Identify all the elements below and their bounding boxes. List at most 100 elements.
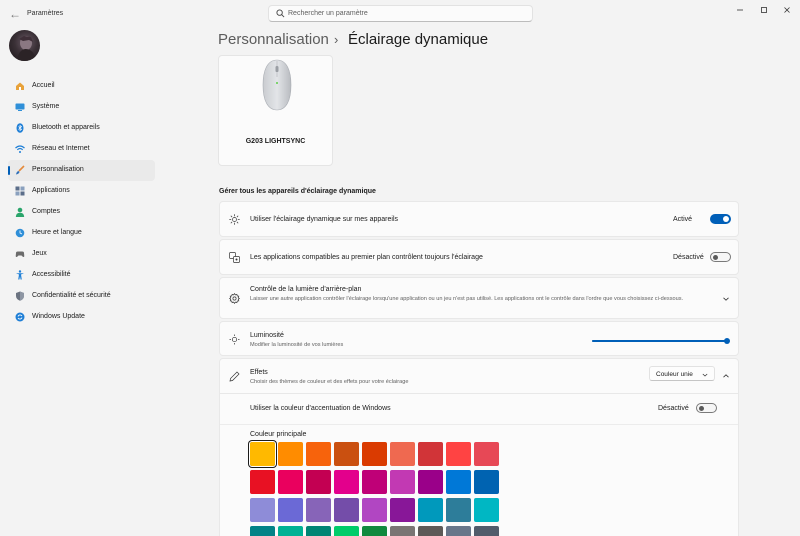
color-swatch[interactable] [278,498,303,522]
minimize-icon [737,9,743,11]
sidebar-item-label: Bluetooth et appareils [32,124,100,131]
effects-dropdown[interactable]: Couleur unie [649,366,715,381]
color-swatch[interactable] [334,470,359,494]
color-swatch[interactable] [362,442,387,466]
color-swatch[interactable] [249,441,276,467]
color-swatch[interactable] [306,526,331,536]
system-icon [15,103,25,111]
search-icon [276,9,285,18]
color-swatch[interactable] [446,526,471,536]
sidebar-item-reseau[interactable]: Réseau et Internet [8,139,155,160]
color-swatch[interactable] [474,442,499,466]
color-swatch[interactable] [334,526,359,536]
sidebar-item-accessibilite[interactable]: Accessibilité [8,265,155,286]
toggle-knob [699,406,704,411]
sidebar-item-applications[interactable]: Applications [8,181,155,202]
close-icon [784,7,790,13]
accent-color-toggle[interactable] [696,403,717,413]
color-swatch[interactable] [250,526,275,536]
app-title: Paramètres [27,10,64,17]
maximize-icon [761,7,767,13]
color-swatch[interactable] [390,498,415,522]
color-swatch[interactable] [474,470,499,494]
color-swatch[interactable] [390,470,415,494]
brightness-icon [229,334,240,345]
sidebar-item-comptes[interactable]: Comptes [8,202,155,223]
color-swatch[interactable] [278,526,303,536]
sidebar-item-label: Comptes [32,208,61,215]
user-avatar[interactable] [9,30,40,61]
sidebar-item-label: Jeux [32,250,47,257]
color-swatch[interactable] [390,526,415,536]
setting-title: Utiliser l'éclairage dynamique sur mes a… [250,216,399,223]
avatar-picture [17,36,36,61]
color-swatch[interactable] [390,442,415,466]
color-swatch[interactable] [418,470,443,494]
setting-use-dynamic-lighting: Utiliser l'éclairage dynamique sur mes a… [219,201,739,237]
color-swatch[interactable] [362,498,387,522]
chevron-up-icon[interactable] [722,372,730,380]
globe-clock-icon [15,228,25,238]
sidebar-item-windows-update[interactable]: Windows Update [8,307,155,328]
setting-foreground-apps: Les applications compatibles au premier … [219,239,739,275]
maximize-button[interactable] [757,3,771,17]
search-input[interactable]: Rechercher un paramètre [288,10,368,17]
sidebar-item-label: Réseau et Internet [32,145,90,152]
color-swatch[interactable] [250,470,275,494]
color-swatch[interactable] [446,470,471,494]
palette-title: Couleur principale [250,431,307,438]
sidebar-item-heure-langue[interactable]: Heure et langue [8,223,155,244]
sidebar-item-label: Personnalisation [32,166,84,173]
effects-expanded-panel: Utiliser la couleur d'accentuation de Wi… [219,394,739,536]
color-swatch[interactable] [474,498,499,522]
setting-effects[interactable]: Effets Choisir des thèmes de couleur et … [219,358,739,394]
foreground-apps-toggle[interactable] [710,252,731,262]
sidebar-item-personnalisation[interactable]: Personnalisation [8,160,155,181]
color-swatch[interactable] [362,470,387,494]
search-box[interactable]: Rechercher un paramètre [268,5,533,22]
sidebar-item-jeux[interactable]: Jeux [8,244,155,265]
slider-thumb[interactable] [724,338,730,344]
color-swatch[interactable] [334,498,359,522]
apps-icon [15,186,25,196]
chevron-down-icon [702,373,708,377]
setting-background-control[interactable]: Contrôle de la lumière d'arrière-plan La… [219,277,739,319]
sidebar-item-bluetooth[interactable]: Bluetooth et appareils [8,118,155,139]
setting-title: Luminosité [250,332,284,339]
color-swatch[interactable] [278,470,303,494]
toggle-state-label: Activé [673,216,693,223]
color-swatch[interactable] [418,442,443,466]
device-card[interactable]: G203 LIGHTSYNC [218,55,333,166]
setting-description: Laisser une autre application contrôler … [250,296,684,302]
color-swatch[interactable] [446,442,471,466]
color-swatch[interactable] [418,498,443,522]
accessibility-icon [16,270,24,280]
gamepad-icon [15,251,25,258]
color-swatch[interactable] [474,526,499,536]
brightness-slider[interactable] [592,338,730,344]
color-swatch[interactable] [334,442,359,466]
setting-title: Les applications compatibles au premier … [250,254,483,261]
toggle-knob [713,255,718,260]
breadcrumb-parent[interactable]: Personnalisation [218,31,329,48]
dynamic-lighting-toggle[interactable] [710,214,731,224]
account-icon [15,207,25,217]
sidebar-item-confidentialite[interactable]: Confidentialité et sécurité [8,286,155,307]
bluetooth-icon [16,123,24,133]
sidebar-item-accueil[interactable]: Accueil [8,76,155,97]
close-button[interactable] [780,3,794,17]
color-swatch[interactable] [362,526,387,536]
color-swatch[interactable] [418,526,443,536]
sidebar-item-label: Accessibilité [32,271,71,278]
color-swatch[interactable] [446,498,471,522]
sidebar-item-systeme[interactable]: Système [8,97,155,118]
setting-title: Effets [250,369,268,376]
sidebar-item-label: Accueil [32,82,55,89]
color-swatch[interactable] [306,498,331,522]
color-swatch[interactable] [278,442,303,466]
back-button[interactable]: ← [8,7,22,21]
color-swatch[interactable] [306,470,331,494]
color-swatch[interactable] [306,442,331,466]
color-swatch[interactable] [250,498,275,522]
minimize-button[interactable] [733,3,747,17]
